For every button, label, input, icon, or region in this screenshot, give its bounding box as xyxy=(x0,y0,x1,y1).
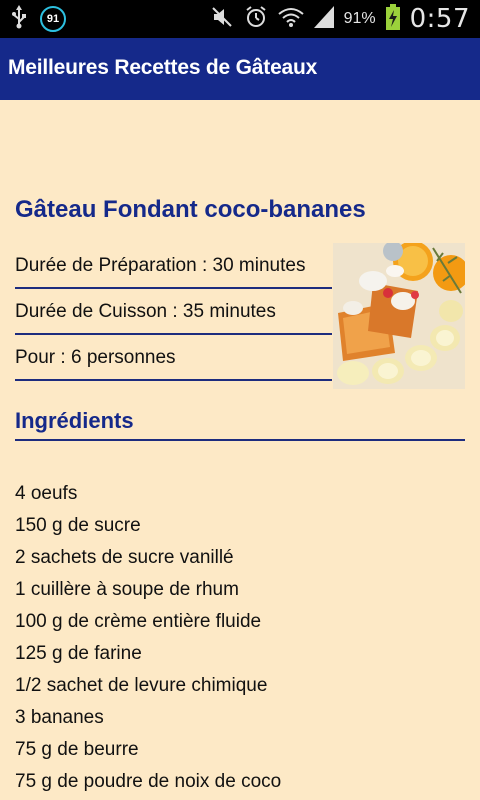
cook-time-row: Durée de Cuisson : 35 minutes xyxy=(15,289,332,335)
app-title: Meilleures Recettes de Gâteaux xyxy=(8,56,318,79)
ingredient-item: 75 g de beurre xyxy=(15,739,139,760)
alarm-icon xyxy=(244,5,268,33)
status-bar-left: 91 xyxy=(12,5,66,33)
ingredients-heading: Ingrédients xyxy=(15,408,465,441)
battery-percent: 91% xyxy=(343,10,376,27)
ingredient-item: 2 sachets de sucre vanillé xyxy=(15,547,234,568)
ingredient-item: 150 g de sucre xyxy=(15,515,141,536)
status-bar-right: 91% 0:57 xyxy=(210,0,470,38)
mute-icon xyxy=(210,5,234,33)
ingredient-item: 1/2 sachet de levure chimique xyxy=(15,675,268,696)
servings-row: Pour : 6 personnes xyxy=(15,335,332,381)
recipe-title: Gâteau Fondant coco-bananes xyxy=(15,196,366,223)
usb-icon xyxy=(12,5,26,33)
prep-time-row: Durée de Préparation : 30 minutes xyxy=(15,243,332,289)
ingredients-list: 4 oeufs 150 g de sucre 2 sachets de sucr… xyxy=(15,480,281,800)
clock: 0:57 xyxy=(409,4,470,34)
ingredient-item: 100 g de crème entière fluide xyxy=(15,611,262,632)
status-bar: 91 91% 0:57 xyxy=(0,0,480,38)
ingredient-item: 3 bananes xyxy=(15,707,104,728)
wifi-icon xyxy=(277,6,304,32)
ingredient-item: 1 cuillère à soupe de rhum xyxy=(15,579,239,600)
app-bar: Meilleures Recettes de Gâteaux xyxy=(0,38,480,100)
servings-text: Pour : 6 personnes xyxy=(15,347,176,368)
cook-time-text: Durée de Cuisson : 35 minutes xyxy=(15,301,276,322)
recipe-photo xyxy=(333,243,465,389)
ingredient-item: 75 g de poudre de noix de coco xyxy=(15,771,282,792)
signal-icon xyxy=(313,6,334,32)
battery-charging-icon xyxy=(385,4,400,34)
notification-91-icon: 91 xyxy=(40,6,66,32)
prep-time-text: Durée de Préparation : 30 minutes xyxy=(15,255,306,276)
ingredient-item: 125 g de farine xyxy=(15,643,142,664)
ingredient-item: 4 oeufs xyxy=(15,483,78,504)
